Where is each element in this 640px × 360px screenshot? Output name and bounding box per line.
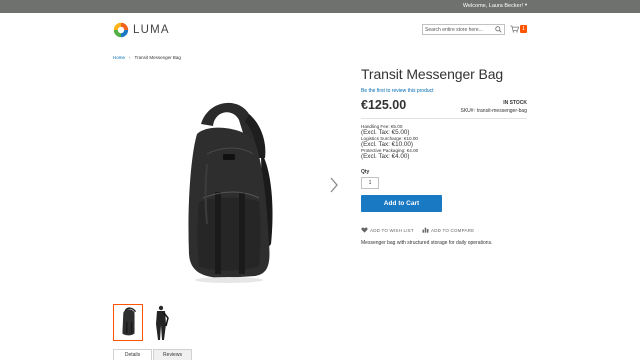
qty-input[interactable] (361, 177, 379, 189)
fee-excl-tax: (Excl. Tax: €4.00) (361, 152, 410, 160)
fee-excl-tax: (Excl. Tax: €5.00) (361, 128, 410, 136)
fee-list: Handling Fee: €5.00 (Excl. Tax: €5.00) L… (361, 124, 521, 160)
minicart-button[interactable]: 1 (510, 24, 528, 35)
product-title: Transit Messenger Bag (361, 66, 504, 82)
divider (361, 118, 527, 119)
tab-details[interactable]: Details (113, 349, 152, 360)
search-input[interactable] (425, 25, 493, 34)
thumbnail-image (122, 307, 137, 336)
cart-icon (510, 25, 519, 33)
welcome-menu[interactable]: Welcome, Laura Becker!▼ (463, 2, 528, 9)
sku-label: SKU#: (460, 108, 475, 114)
breadcrumb: Home › Transit Messenger Bag (113, 55, 181, 60)
search-box (422, 24, 505, 35)
brand-name: LUMA (133, 24, 170, 36)
review-link[interactable]: Be the first to review this product (361, 88, 434, 94)
top-bar: Welcome, Laura Becker!▼ (0, 0, 640, 13)
luma-logo-icon (113, 22, 129, 38)
fee-excl-tax: (Excl. Tax: €10.00) (361, 140, 414, 148)
logo[interactable]: LUMA (113, 21, 173, 39)
thumbnail-image (156, 305, 169, 340)
product-price: €125.00 (361, 98, 407, 112)
gallery-thumbnail[interactable] (146, 304, 176, 341)
add-to-wishlist-link[interactable]: Add to Wish List (361, 227, 414, 233)
add-to-compare-link[interactable]: Add to Compare (422, 227, 474, 233)
add-to-cart-button[interactable]: Add to Cart (361, 195, 442, 212)
breadcrumb-separator: › (129, 55, 131, 60)
qty-label: Qty (361, 169, 370, 175)
heart-icon (361, 227, 368, 233)
product-sku: SKU#: transit-messenger-bag (461, 108, 527, 114)
chevron-right-icon[interactable] (329, 177, 339, 193)
compare-icon (422, 227, 429, 233)
search-icon[interactable] (495, 26, 502, 33)
compare-label: Add to Compare (431, 227, 475, 233)
wishlist-label: Add to Wish List (370, 227, 414, 233)
breadcrumb-home-link[interactable]: Home (113, 55, 125, 60)
chevron-down-icon: ▼ (524, 2, 528, 7)
short-description: Messenger bag with structured storage fo… (361, 240, 493, 246)
product-image[interactable] (163, 94, 293, 294)
sku-value: transit-messenger-bag (476, 108, 527, 114)
welcome-text: Welcome, Laura Becker! (462, 3, 524, 9)
gallery-thumbnail[interactable] (113, 304, 143, 341)
breadcrumb-current: Transit Messenger Bag (134, 55, 181, 60)
cart-count-badge: 1 (520, 25, 527, 33)
product-gallery (113, 70, 345, 300)
tab-reviews[interactable]: Reviews (153, 349, 192, 360)
stock-status: In stock (503, 100, 527, 106)
